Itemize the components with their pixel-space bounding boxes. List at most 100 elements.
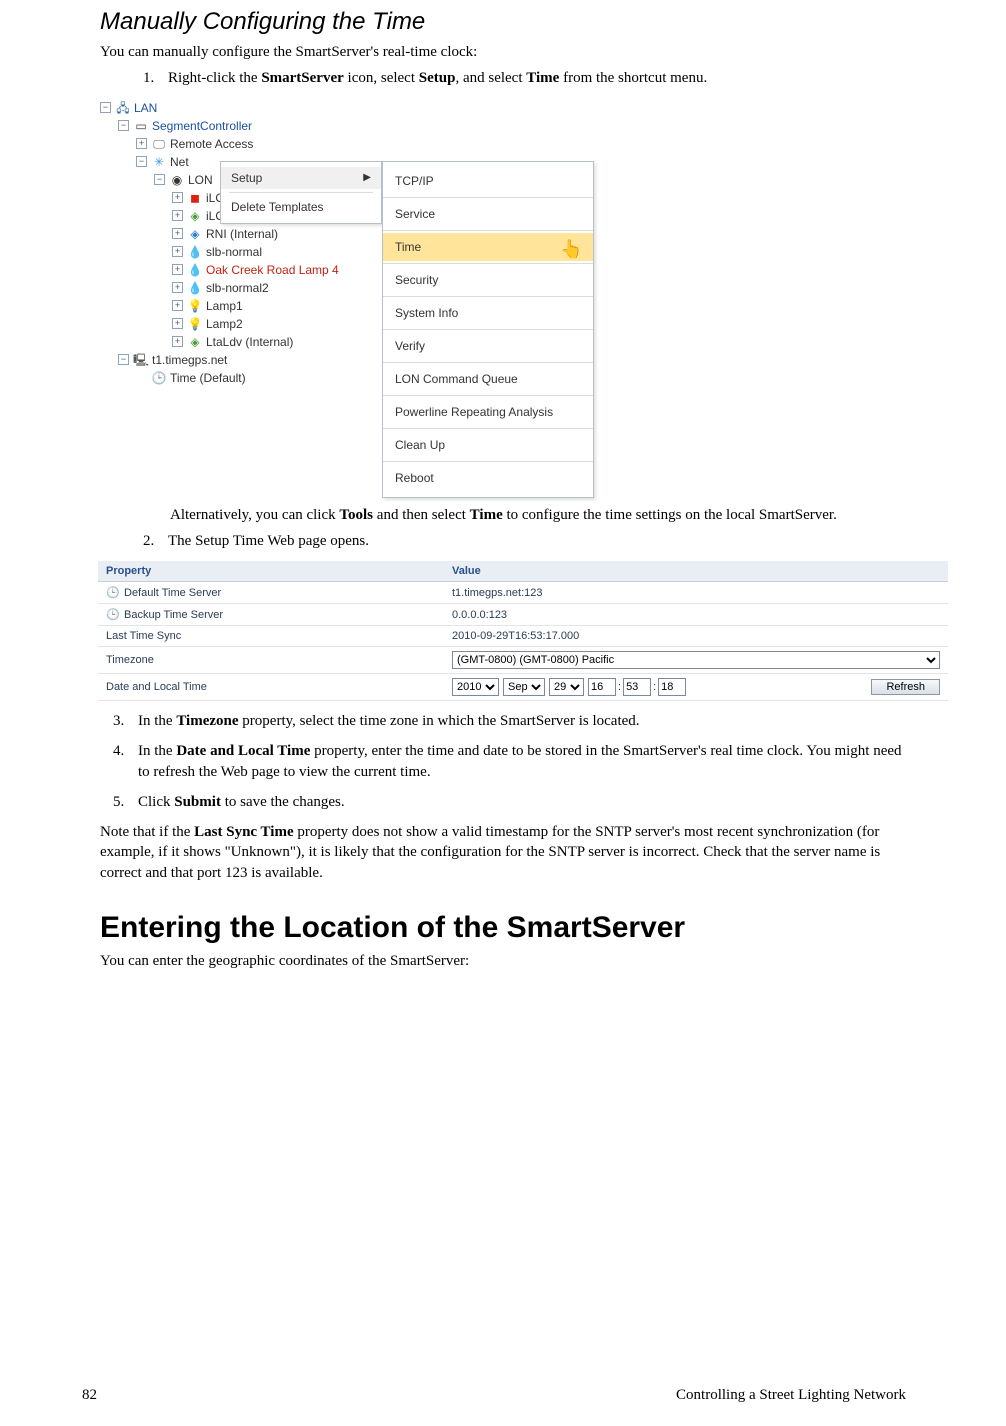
hour-input[interactable] (588, 678, 616, 696)
chapter-title: Controlling a Street Lighting Network (676, 1387, 906, 1404)
tree-expand-icon[interactable]: + (172, 300, 183, 311)
tree-expand-icon[interactable]: + (172, 336, 183, 347)
menu-item-powerline[interactable]: Powerline Repeating Analysis (383, 398, 593, 426)
cursor-hand-icon: 👆 (560, 239, 582, 260)
menu-separator (229, 192, 373, 193)
step-2: The Setup Time Web page opens. (158, 531, 906, 551)
segment-controller-icon: ▭ (133, 119, 149, 133)
tree-node-net[interactable]: Net (170, 152, 189, 172)
second-input[interactable] (658, 678, 686, 696)
step-1: Right-click the SmartServer icon, select… (158, 68, 906, 88)
tree-node-rni[interactable]: RNI (Internal) (206, 224, 278, 244)
context-menu-setup-submenu[interactable]: TCP/IP Service Time Security System Info… (382, 161, 594, 498)
table-header-property: Property (98, 561, 444, 582)
menu-item-verify[interactable]: Verify (383, 332, 593, 360)
diamond-icon: ◈ (187, 227, 203, 241)
tree-node-oak-creek[interactable]: Oak Creek Road Lamp 4 (206, 260, 339, 280)
monitor-icon: 🖵 (151, 137, 167, 151)
tree-node-lamp1[interactable]: Lamp1 (206, 296, 243, 316)
menu-item-service[interactable]: Service (383, 200, 593, 228)
submenu-arrow-icon: ▶ (363, 172, 371, 183)
tree-collapse-icon[interactable]: − (154, 174, 165, 185)
location-intro: You can enter the geographic coordinates… (100, 951, 906, 971)
menu-item-delete-templates[interactable]: Delete Templates (221, 196, 381, 218)
tree-collapse-icon[interactable]: − (100, 102, 111, 113)
tree-expand-icon[interactable]: + (172, 264, 183, 275)
tree-node-t1-timegps[interactable]: t1.timegps.net (152, 350, 227, 370)
tree-node-segmentcontroller[interactable]: SegmentController (152, 116, 252, 136)
step-3: In the Timezone property, select the tim… (128, 711, 906, 731)
refresh-button[interactable]: Refresh (871, 679, 940, 695)
lon-icon: ◉ (169, 173, 185, 187)
lan-icon: 🖧 (115, 101, 131, 115)
figure-tree-context-menu: −🖧LAN −▭SegmentController +🖵Remote Acces… (100, 99, 610, 499)
note-paragraph: Note that if the Last Sync Time property… (100, 822, 906, 883)
subsection-heading: Manually Configuring the Time (100, 8, 906, 36)
tree-expand-icon[interactable]: + (172, 318, 183, 329)
bold-smartserver: SmartServer (261, 70, 343, 86)
menu-separator (383, 263, 593, 264)
steps-list-cont2: In the Timezone property, select the tim… (100, 711, 906, 812)
tree-node-slb-normal[interactable]: slb-normal (206, 242, 262, 262)
device-icon: ◼ (187, 191, 203, 205)
menu-separator (383, 329, 593, 330)
tree-collapse-icon[interactable]: − (118, 120, 129, 131)
bold-time: Time (526, 70, 559, 86)
tree-expand-icon[interactable]: + (172, 210, 183, 221)
menu-item-security[interactable]: Security (383, 266, 593, 294)
drop-icon: 💧 (187, 263, 203, 277)
menu-separator (383, 395, 593, 396)
tree-node-remote-access[interactable]: Remote Access (170, 134, 253, 154)
tree-node-slb-normal2[interactable]: slb-normal2 (206, 278, 269, 298)
table-header-value: Value (444, 561, 948, 582)
clock-icon: 🕒 (151, 371, 167, 385)
menu-separator (383, 230, 593, 231)
intro-text: You can manually configure the SmartServ… (100, 42, 906, 62)
page-footer: 82 Controlling a Street Lighting Network (82, 1387, 906, 1404)
tree-view[interactable]: −🖧LAN −▭SegmentController +🖵Remote Acces… (100, 99, 339, 387)
tree-node-lan[interactable]: LAN (134, 98, 157, 118)
menu-item-system-info[interactable]: System Info (383, 299, 593, 327)
section-heading: Entering the Location of the SmartServer (100, 911, 906, 945)
menu-separator (383, 362, 593, 363)
tree-expand-icon[interactable]: + (172, 246, 183, 257)
steps-list-cont1: The Setup Time Web page opens. (130, 531, 906, 551)
menu-separator (383, 197, 593, 198)
tree-node-lamp2[interactable]: Lamp2 (206, 314, 243, 334)
tree-collapse-icon[interactable]: − (136, 156, 147, 167)
tree-node-lon[interactable]: LON (188, 170, 213, 190)
lamp-icon: 💡 (187, 299, 203, 313)
step-1-alternative: Alternatively, you can click Tools and t… (170, 505, 906, 525)
context-menu-primary[interactable]: Setup ▶ Delete Templates (220, 161, 382, 224)
tree-collapse-icon[interactable]: − (118, 354, 129, 365)
month-select[interactable]: Sep (503, 678, 545, 696)
table-row-default-time-server: 🕒Default Time Server t1.timegps.net:123 (98, 582, 948, 604)
step-5: Click Submit to save the changes. (128, 792, 906, 812)
drop-icon: 💧 (187, 281, 203, 295)
minute-input[interactable] (623, 678, 651, 696)
menu-item-reboot[interactable]: Reboot (383, 464, 593, 492)
menu-separator (383, 461, 593, 462)
tree-expand-icon[interactable]: + (172, 282, 183, 293)
year-select[interactable]: 2010 (452, 678, 499, 696)
menu-item-lon-command-queue[interactable]: LON Command Queue (383, 365, 593, 393)
tree-expand-icon[interactable]: + (172, 228, 183, 239)
tree-expand-icon[interactable]: + (172, 192, 183, 203)
page-number: 82 (82, 1387, 97, 1404)
table-row-backup-time-server: 🕒Backup Time Server 0.0.0.0:123 (98, 604, 948, 626)
step-4: In the Date and Local Time property, ent… (128, 741, 906, 782)
tree-expand-icon[interactable]: + (136, 138, 147, 149)
tree-node-ltaldv[interactable]: LtaLdv (Internal) (206, 332, 293, 352)
menu-item-tcpip[interactable]: TCP/IP (383, 167, 593, 195)
tree-node-time-default[interactable]: Time (Default) (170, 368, 246, 388)
timezone-select[interactable]: (GMT-0800) (GMT-0800) Pacific (452, 651, 940, 669)
diamond-icon: ◈ (187, 335, 203, 349)
steps-list: Right-click the SmartServer icon, select… (130, 68, 906, 88)
day-select[interactable]: 29 (549, 678, 584, 696)
menu-separator (383, 428, 593, 429)
net-icon: ✳ (151, 155, 167, 169)
menu-item-clean-up[interactable]: Clean Up (383, 431, 593, 459)
menu-item-setup[interactable]: Setup ▶ (221, 167, 381, 189)
clock-icon: 🕒 (106, 586, 120, 599)
table-row-date-local-time: Date and Local Time 2010 Sep 29 : : (98, 674, 948, 701)
